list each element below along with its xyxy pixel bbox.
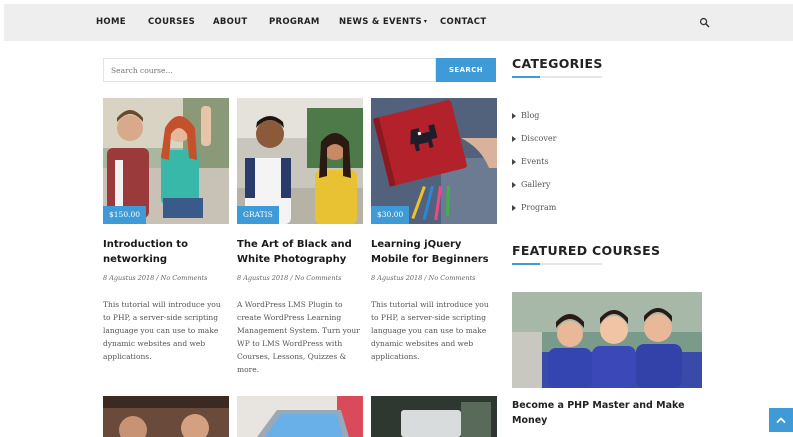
course-thumbnail[interactable]: $150.00	[103, 98, 229, 224]
chevron-down-icon: ▾	[423, 18, 428, 25]
category-item-program[interactable]: Program	[512, 202, 556, 225]
course-thumbnail[interactable]	[371, 396, 497, 437]
featured-course-thumbnail[interactable]	[512, 292, 702, 388]
nav-news-events-label: NEWS & EVENTS	[339, 17, 422, 27]
course-thumbnail[interactable]: $30.00	[371, 98, 497, 224]
course-meta: 8 Agustus 2018 / No Comments	[371, 274, 476, 282]
categories-heading: CATEGORIES	[512, 56, 603, 71]
group-photo	[103, 396, 229, 437]
search-button[interactable]: SEARCH	[436, 58, 496, 82]
category-label: Blog	[521, 111, 540, 120]
search-icon[interactable]	[699, 17, 710, 28]
nav-courses[interactable]: COURSES	[148, 17, 195, 27]
course-thumbnail[interactable]	[103, 396, 229, 437]
nav-about[interactable]: ABOUT	[213, 17, 247, 27]
course-title[interactable]: Learning jQuery Mobile for Beginners	[371, 237, 497, 267]
course-price-badge: $150.00	[103, 206, 147, 224]
course-meta: 8 Agustus 2018 / No Comments	[103, 274, 208, 282]
category-label: Program	[521, 203, 557, 212]
nav-program[interactable]: PROGRAM	[269, 17, 320, 27]
featured-courses-heading: FEATURED COURSES	[512, 243, 661, 258]
caret-right-icon	[512, 113, 516, 119]
nav-home[interactable]: HOME	[96, 17, 126, 27]
laptop-photo	[237, 396, 363, 437]
top-navbar: HOME COURSES ABOUT PROGRAM NEWS & EVENTS…	[4, 4, 793, 41]
nav-contact[interactable]: CONTACT	[440, 17, 486, 27]
underline-accent	[512, 76, 540, 78]
caret-right-icon	[512, 136, 516, 142]
course-excerpt: A WordPress LMS Plugin to create WordPre…	[237, 300, 360, 374]
category-item-discover[interactable]: Discover	[512, 133, 556, 156]
students-group-photo	[512, 292, 702, 388]
course-thumbnail[interactable]	[237, 396, 363, 437]
featured-course-title[interactable]: Become a PHP Master and Make Money	[512, 398, 712, 428]
course-title[interactable]: Introduction to networking	[103, 237, 229, 267]
caret-right-icon	[512, 159, 516, 165]
underline-accent	[512, 263, 540, 265]
course-title[interactable]: The Art of Black and White Photography	[237, 237, 363, 267]
course-price-badge: $30.00	[371, 206, 410, 224]
nav-news-events[interactable]: NEWS & EVENTS ▾	[339, 17, 427, 27]
tablet-photo	[371, 396, 497, 437]
heading-underline	[512, 263, 602, 265]
course-excerpt: This tutorial will introduce you to PHP,…	[371, 300, 489, 361]
course-meta: 8 Agustus 2018 / No Comments	[237, 274, 342, 282]
category-item-events[interactable]: Events	[512, 156, 556, 179]
category-label: Discover	[521, 134, 557, 143]
heading-underline	[512, 76, 602, 78]
categories-list: Blog Discover Events Gallery Program	[512, 110, 556, 225]
category-item-blog[interactable]: Blog	[512, 110, 556, 133]
course-price-badge: GRATIS	[237, 206, 279, 224]
category-label: Events	[521, 157, 549, 166]
chevron-up-icon	[776, 417, 786, 423]
caret-right-icon	[512, 182, 516, 188]
caret-right-icon	[512, 205, 516, 211]
category-label: Gallery	[521, 180, 551, 189]
category-item-gallery[interactable]: Gallery	[512, 179, 556, 202]
back-to-top-button[interactable]	[769, 408, 793, 432]
search-input[interactable]	[103, 58, 436, 82]
course-thumbnail[interactable]: GRATIS	[237, 98, 363, 224]
course-excerpt: This tutorial will introduce you to PHP,…	[103, 300, 221, 361]
